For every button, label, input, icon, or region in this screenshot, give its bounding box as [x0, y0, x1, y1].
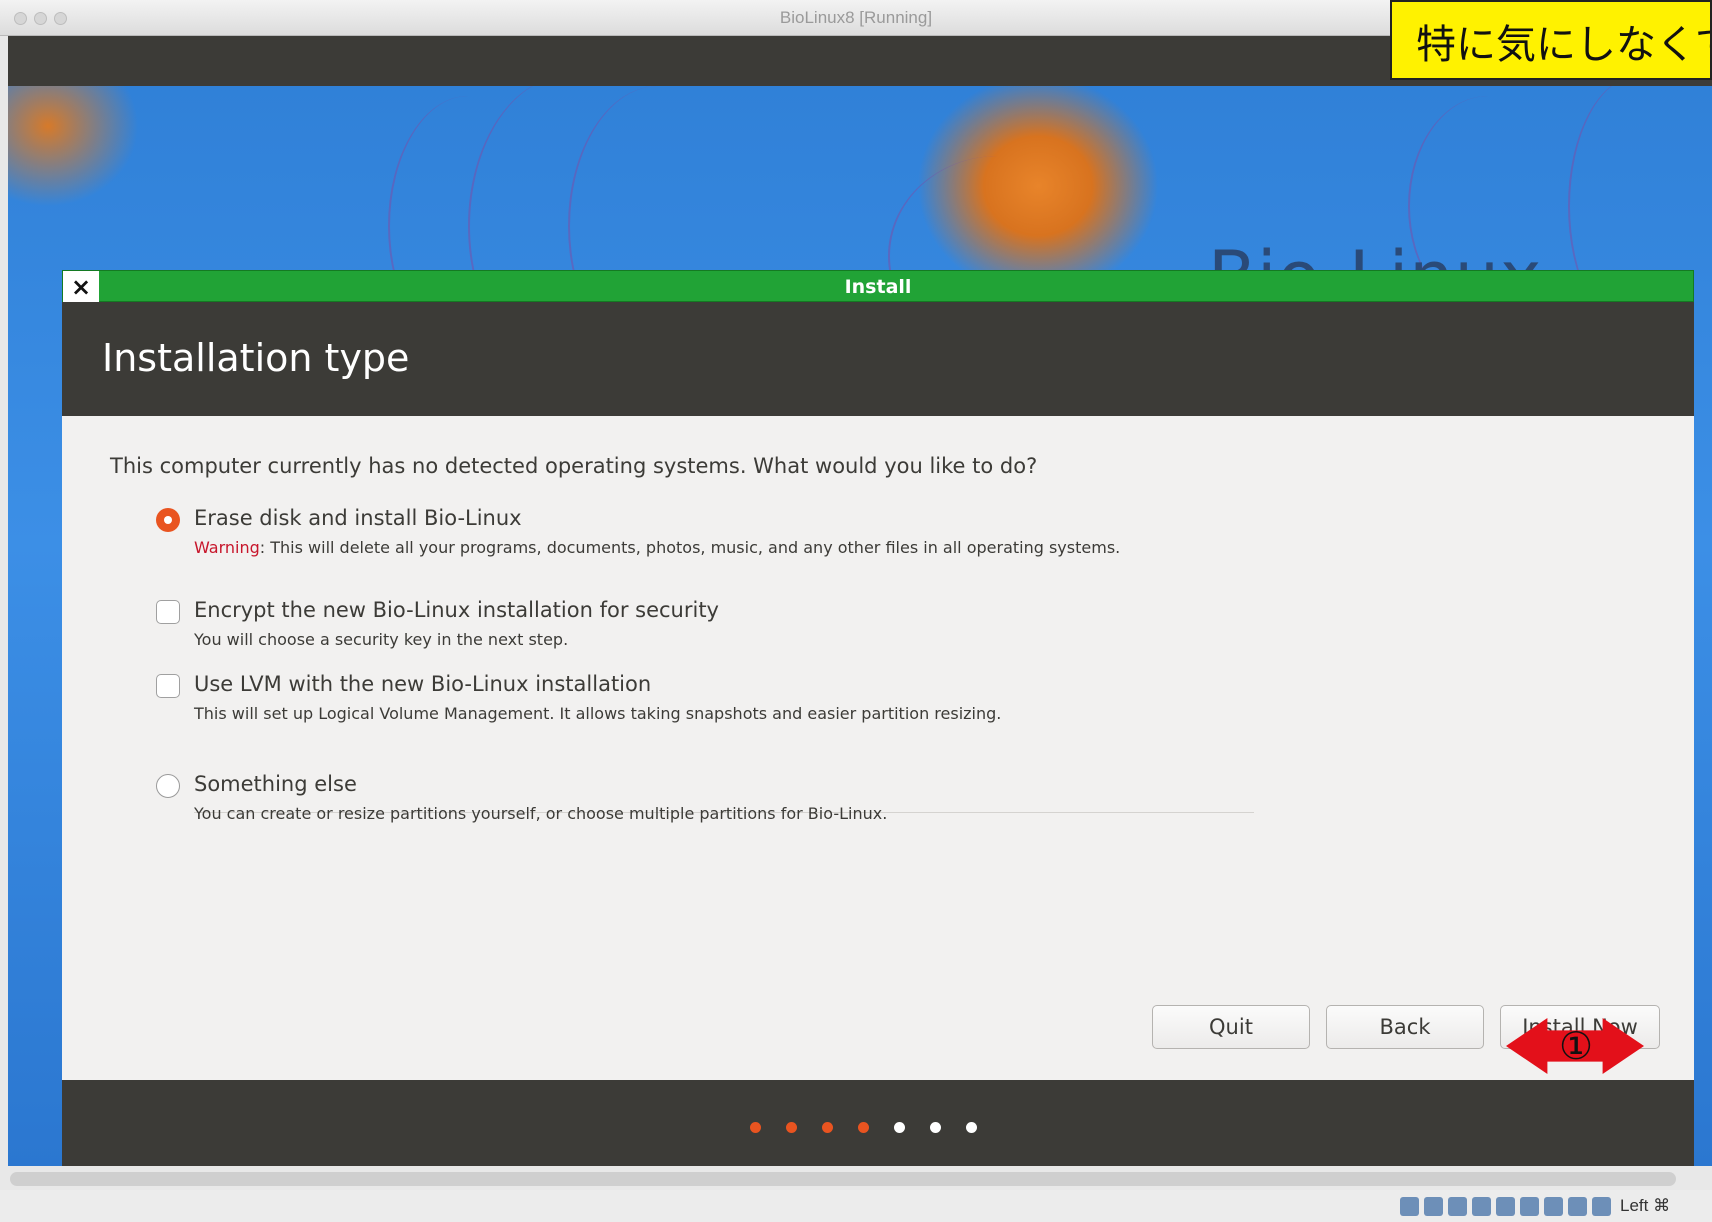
- display-icon[interactable]: [1544, 1197, 1563, 1216]
- audio-icon[interactable]: [1448, 1197, 1467, 1216]
- horizontal-scrollbar[interactable]: [10, 1172, 1676, 1186]
- progress-dot: [894, 1122, 905, 1133]
- network-adapter-icon[interactable]: [1472, 1197, 1491, 1216]
- optical-drive-icon[interactable]: [1424, 1197, 1443, 1216]
- mouse-integration-icon[interactable]: [1592, 1197, 1611, 1216]
- installer-titlebar: × Install: [62, 270, 1694, 303]
- install-question: This computer currently has no detected …: [110, 454, 1038, 478]
- radio-erase-disk[interactable]: [156, 508, 180, 532]
- quit-button[interactable]: Quit: [1152, 1005, 1310, 1049]
- option-label: Erase disk and install Bio-Linux: [194, 506, 522, 530]
- annotation-callout: 特に気にしなくて: [1390, 0, 1712, 80]
- annotation-number: ①: [1558, 1024, 1594, 1068]
- progress-dot: [822, 1122, 833, 1133]
- progress-dot: [750, 1122, 761, 1133]
- warning-text: : This will delete all your programs, do…: [259, 538, 1121, 557]
- usb-icon[interactable]: [1496, 1197, 1515, 1216]
- checkbox-encrypt[interactable]: [156, 600, 180, 624]
- header-band: Installation type: [62, 302, 1694, 416]
- host-key-label: Left ⌘: [1620, 1196, 1671, 1215]
- checkbox-lvm[interactable]: [156, 674, 180, 698]
- progress-dot: [966, 1122, 977, 1133]
- option-label: Something else: [194, 772, 357, 796]
- warning-label: Warning: [194, 538, 260, 557]
- hard-disk-icon[interactable]: [1400, 1197, 1419, 1216]
- option-label: Encrypt the new Bio-Linux installation f…: [194, 598, 719, 622]
- option-description: Warning: This will delete all your progr…: [194, 538, 1120, 557]
- progress-dot: [930, 1122, 941, 1133]
- progress-dot: [858, 1122, 869, 1133]
- page-title: Installation type: [102, 336, 410, 380]
- back-button[interactable]: Back: [1326, 1005, 1484, 1049]
- option-label: Use LVM with the new Bio-Linux installat…: [194, 672, 652, 696]
- option-description: This will set up Logical Volume Manageme…: [194, 704, 1002, 723]
- host-statusbar: Left ⌘: [0, 1190, 1712, 1222]
- option-description: You will choose a security key in the ne…: [194, 630, 569, 649]
- video-capture-icon[interactable]: [1568, 1197, 1587, 1216]
- progress-footer: [62, 1080, 1694, 1166]
- radio-something-else[interactable]: [156, 774, 180, 798]
- installer-dialog: × Install Installation type This compute…: [62, 270, 1694, 1166]
- installer-window-title: Install: [844, 276, 912, 298]
- guest-screen: Bio-Linux × Install Installation type Th…: [8, 36, 1712, 1166]
- option-description: You can create or resize partitions your…: [194, 804, 888, 823]
- progress-dot: [786, 1122, 797, 1133]
- shared-folder-icon[interactable]: [1520, 1197, 1539, 1216]
